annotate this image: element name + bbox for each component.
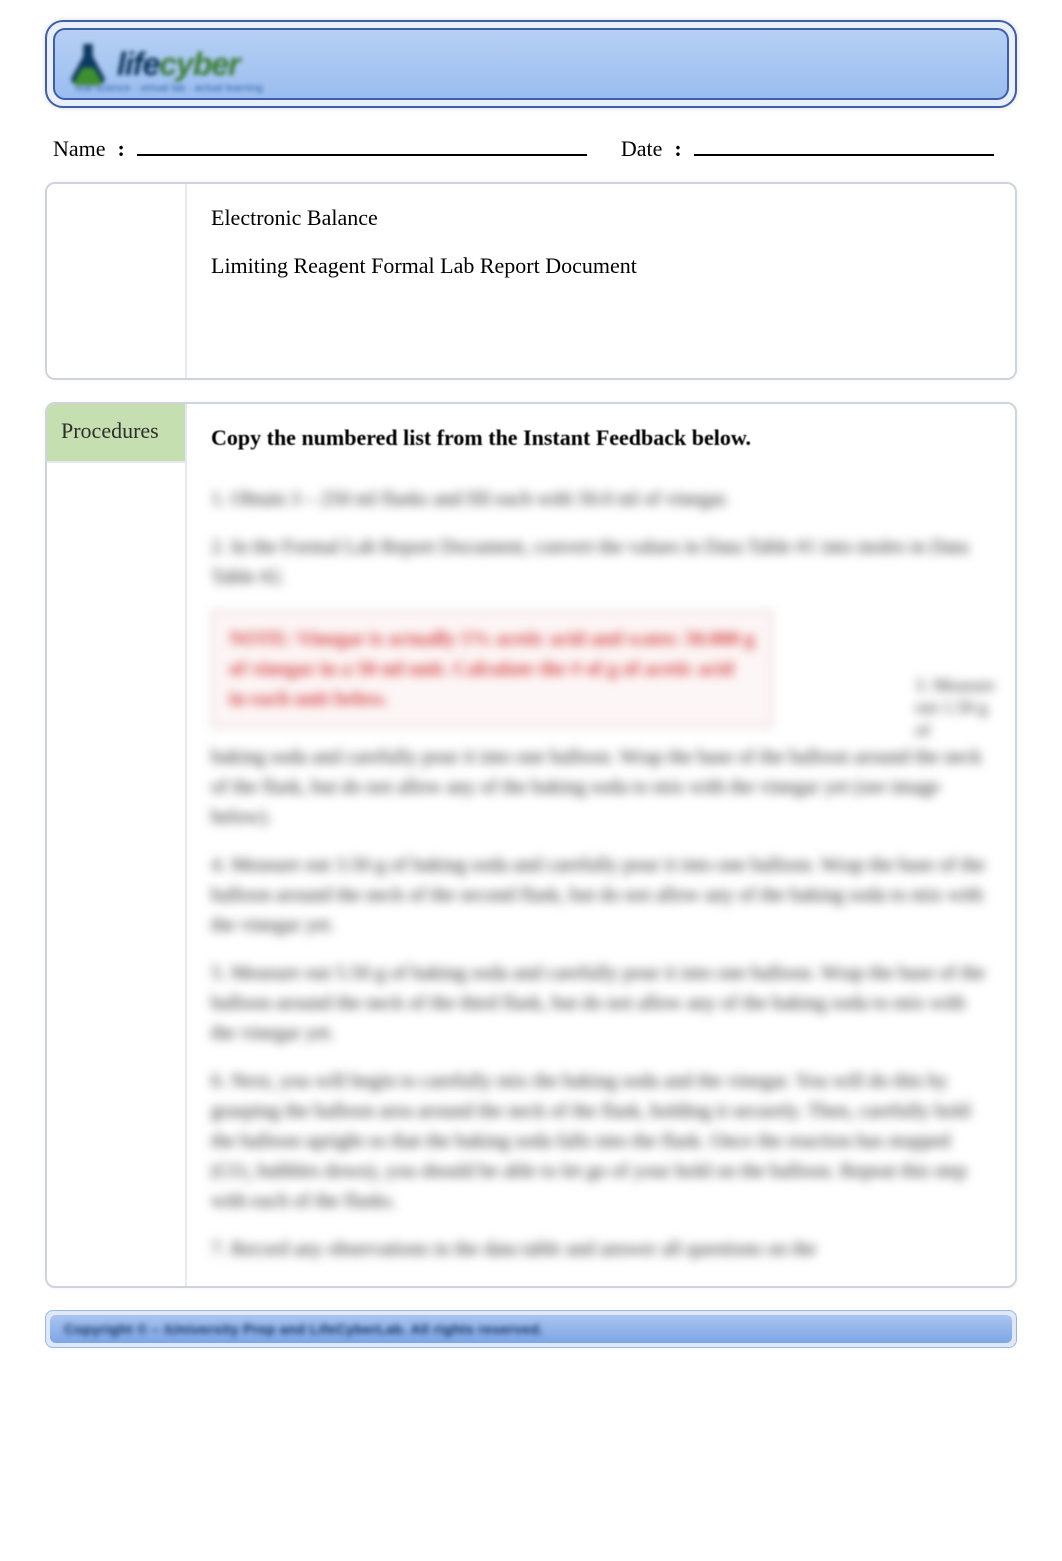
procedure-step-3-cont: baking soda and carefully pour it into o… [211, 742, 991, 832]
name-colon: : [114, 136, 129, 162]
footer-banner-inner: Copyright © – iUniversity Prep and LifeC… [50, 1315, 1012, 1343]
logo-prefix: life [117, 46, 159, 82]
date-blank-line[interactable] [694, 132, 994, 156]
procedure-note-box: NOTE: Vinegar is actually 5% acetic acid… [211, 610, 773, 728]
procedures-body-blurred: 1. Obtain 3 – 250 ml flasks and fill eac… [211, 484, 991, 1264]
name-date-row: Name : Date : [45, 126, 1017, 182]
name-blank-line[interactable] [137, 132, 587, 156]
materials-left-gutter [47, 184, 187, 378]
materials-line-1: Electronic Balance [211, 202, 991, 234]
name-label: Name [53, 136, 106, 162]
procedures-content: Copy the numbered list from the Instant … [187, 404, 1015, 1286]
logo-suffix: cyber [159, 46, 239, 82]
procedure-step-7: 7. Record any observations in the data t… [211, 1234, 991, 1264]
header-banner-inner: lifecyber real science · virtual lab · a… [53, 28, 1009, 100]
date-label: Date [621, 136, 663, 162]
materials-panel: Electronic Balance Limiting Reagent Form… [45, 182, 1017, 380]
procedure-step-6: 6. Next, you will begin to carefully mix… [211, 1066, 991, 1216]
procedure-aside-step-3: 3. Measure out 1.50 g of [915, 674, 995, 742]
logo-text: lifecyber [117, 46, 240, 83]
materials-content: Electronic Balance Limiting Reagent Form… [187, 184, 1015, 378]
procedure-step-2: 2. In the Formal Lab Report Document, co… [211, 532, 991, 592]
header-banner: lifecyber real science · virtual lab · a… [45, 20, 1017, 108]
logo: lifecyber [65, 41, 240, 87]
procedure-step-1: 1. Obtain 3 – 250 ml flasks and fill eac… [211, 484, 991, 514]
footer-copyright: Copyright © – iUniversity Prep and LifeC… [64, 1321, 543, 1337]
procedures-left-gutter: Procedures [47, 404, 187, 1286]
procedures-heading: Copy the numbered list from the Instant … [211, 422, 991, 454]
flask-icon [65, 41, 111, 87]
procedures-panel: Procedures Copy the numbered list from t… [45, 402, 1017, 1288]
procedure-step-5: 5. Measure out 5.50 g of baking soda and… [211, 958, 991, 1048]
procedure-step-4: 4. Measure out 3.50 g of baking soda and… [211, 850, 991, 940]
procedures-side-label: Procedures [47, 404, 185, 463]
banner-tagline: real science · virtual lab · actual lear… [75, 83, 263, 94]
date-colon: : [670, 136, 685, 162]
materials-line-2: Limiting Reagent Formal Lab Report Docum… [211, 250, 991, 282]
footer-banner: Copyright © – iUniversity Prep and LifeC… [45, 1310, 1017, 1348]
